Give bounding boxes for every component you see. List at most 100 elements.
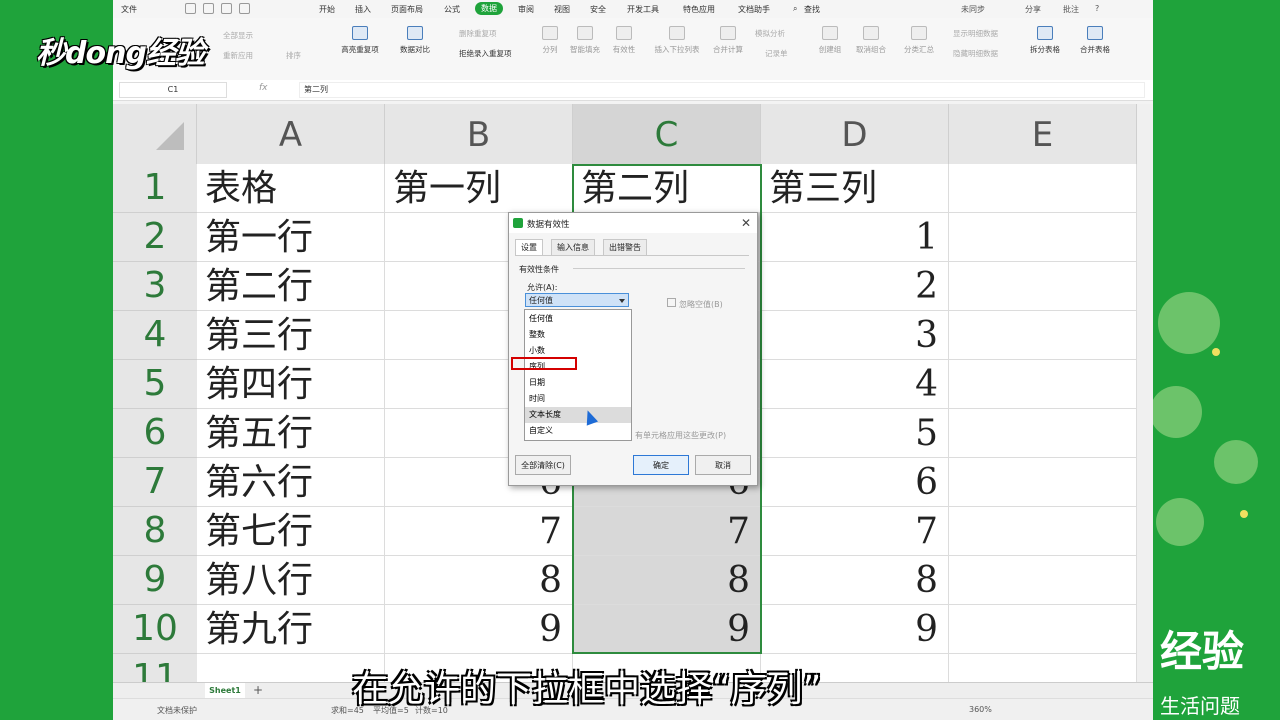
row-header-4[interactable]: 4 (113, 311, 197, 360)
row-header-7[interactable]: 7 (113, 458, 197, 507)
tab-page-layout[interactable]: 页面布局 (391, 4, 423, 15)
cell-e9[interactable] (949, 556, 1137, 605)
hide-detail-button[interactable]: 隐藏明细数据 (953, 48, 998, 59)
search-icon[interactable]: ⌕ (793, 4, 797, 14)
cell-d8[interactable]: 7 (761, 507, 949, 556)
sort-button[interactable]: 排序 (286, 50, 301, 61)
cell-e10[interactable] (949, 605, 1137, 654)
cell-e6[interactable] (949, 409, 1137, 458)
option-any-value[interactable]: 任何值 (525, 311, 631, 327)
cell-c9[interactable]: 8 (573, 556, 761, 605)
option-date[interactable]: 日期 (525, 375, 631, 391)
save-icon[interactable] (185, 3, 196, 14)
cell-e8[interactable] (949, 507, 1137, 556)
cell-a2[interactable]: 第一行 (197, 213, 385, 262)
ok-button[interactable]: 确定 (633, 455, 689, 475)
highlight-duplicates-button[interactable]: 高亮重复项 (335, 26, 385, 55)
tab-insert[interactable]: 插入 (355, 4, 371, 15)
consolidate-button[interactable]: 合并计算 (709, 26, 747, 55)
what-if-button[interactable]: 模拟分析 (755, 28, 785, 39)
cell-e5[interactable] (949, 360, 1137, 409)
cell-a1[interactable]: 表格 (197, 164, 385, 213)
cell-d5[interactable]: 4 (761, 360, 949, 409)
cell-e1[interactable] (949, 164, 1137, 213)
subtotal-button[interactable]: 分类汇总 (899, 26, 939, 55)
row-header-3[interactable]: 3 (113, 262, 197, 311)
cancel-button[interactable]: 取消 (695, 455, 751, 475)
cell-a8[interactable]: 第七行 (197, 507, 385, 556)
cell-c8[interactable]: 7 (573, 507, 761, 556)
row-header-6[interactable]: 6 (113, 409, 197, 458)
option-custom[interactable]: 自定义 (525, 423, 631, 439)
add-sheet-button[interactable]: + (253, 683, 263, 697)
cell-d1[interactable]: 第三列 (761, 164, 949, 213)
reapply-button[interactable]: 重新应用 (223, 50, 253, 61)
cell-d10[interactable]: 9 (761, 605, 949, 654)
merge-table-button[interactable]: 合并表格 (1073, 26, 1117, 55)
column-header-a[interactable]: A (197, 104, 385, 164)
cell-a7[interactable]: 第六行 (197, 458, 385, 507)
fx-icon[interactable]: fx (259, 83, 268, 93)
comment-button[interactable]: 批注 (1063, 4, 1079, 15)
cell-a3[interactable]: 第二行 (197, 262, 385, 311)
undo-icon[interactable] (221, 3, 232, 14)
cell-d9[interactable]: 8 (761, 556, 949, 605)
validation-button[interactable]: 有效性 (607, 26, 641, 55)
help-button[interactable]: ? (1095, 4, 1099, 13)
row-header-9[interactable]: 9 (113, 556, 197, 605)
close-icon[interactable]: ✕ (741, 216, 751, 230)
cell-a5[interactable]: 第四行 (197, 360, 385, 409)
cell-e2[interactable] (949, 213, 1137, 262)
redo-icon[interactable] (239, 3, 250, 14)
zoom-level[interactable]: 360% (969, 705, 992, 714)
allow-select[interactable]: 任何值 (525, 293, 629, 307)
column-header-e[interactable]: E (949, 104, 1137, 164)
text-to-columns-button[interactable]: 分列 (537, 26, 563, 55)
cell-d6[interactable]: 5 (761, 409, 949, 458)
cell-d4[interactable]: 3 (761, 311, 949, 360)
reject-duplicates-button[interactable]: 拒绝录入重复项 (459, 48, 512, 59)
row-header-1[interactable]: 1 (113, 164, 197, 213)
row-header-5[interactable]: 5 (113, 360, 197, 409)
cell-b8[interactable]: 7 (385, 507, 573, 556)
select-all-corner[interactable] (113, 104, 197, 164)
cell-a6[interactable]: 第五行 (197, 409, 385, 458)
sync-status[interactable]: 未同步 (961, 4, 985, 15)
remove-duplicates-button[interactable]: 删除重复项 (459, 28, 497, 39)
tab-view[interactable]: 视图 (554, 4, 570, 15)
cell-a10[interactable]: 第九行 (197, 605, 385, 654)
share-button[interactable]: 分享 (1025, 4, 1041, 15)
form-button[interactable]: 记录单 (765, 48, 788, 59)
cell-b9[interactable]: 8 (385, 556, 573, 605)
row-header-8[interactable]: 8 (113, 507, 197, 556)
cell-e4[interactable] (949, 311, 1137, 360)
vertical-scrollbar[interactable] (1137, 104, 1153, 682)
split-table-button[interactable]: 拆分表格 (1023, 26, 1067, 55)
row-header-11[interactable]: 11 (113, 654, 197, 682)
cell-e3[interactable] (949, 262, 1137, 311)
column-header-b[interactable]: B (385, 104, 573, 164)
ignore-blank-label[interactable]: 忽略空值(B) (667, 298, 723, 310)
cell-d7[interactable]: 6 (761, 458, 949, 507)
tab-doc-assistant[interactable]: 文档助手 (738, 4, 770, 15)
option-text-length[interactable]: 文本长度 (525, 407, 631, 423)
column-header-d[interactable]: D (761, 104, 949, 164)
sheet-tab-sheet1[interactable]: Sheet1 (205, 683, 245, 698)
show-detail-button[interactable]: 显示明细数据 (953, 28, 998, 39)
ungroup-button[interactable]: 取消组合 (849, 26, 893, 55)
tab-developer[interactable]: 开发工具 (627, 4, 659, 15)
cell-c10[interactable]: 9 (573, 605, 761, 654)
group-button[interactable]: 创建组 (813, 26, 847, 55)
cell-a9[interactable]: 第八行 (197, 556, 385, 605)
cell-a4[interactable]: 第三行 (197, 311, 385, 360)
data-compare-button[interactable]: 数据对比 (393, 26, 437, 55)
cell-d3[interactable]: 2 (761, 262, 949, 311)
search-label[interactable]: 查找 (804, 4, 820, 15)
cell-e11[interactable] (949, 654, 1137, 682)
row-header-10[interactable]: 10 (113, 605, 197, 654)
clear-all-button[interactable]: 全部清除(C) (515, 455, 571, 475)
column-header-c[interactable]: C (573, 104, 761, 164)
checkbox-icon[interactable] (667, 298, 676, 307)
cell-e7[interactable] (949, 458, 1137, 507)
print-icon[interactable] (203, 3, 214, 14)
